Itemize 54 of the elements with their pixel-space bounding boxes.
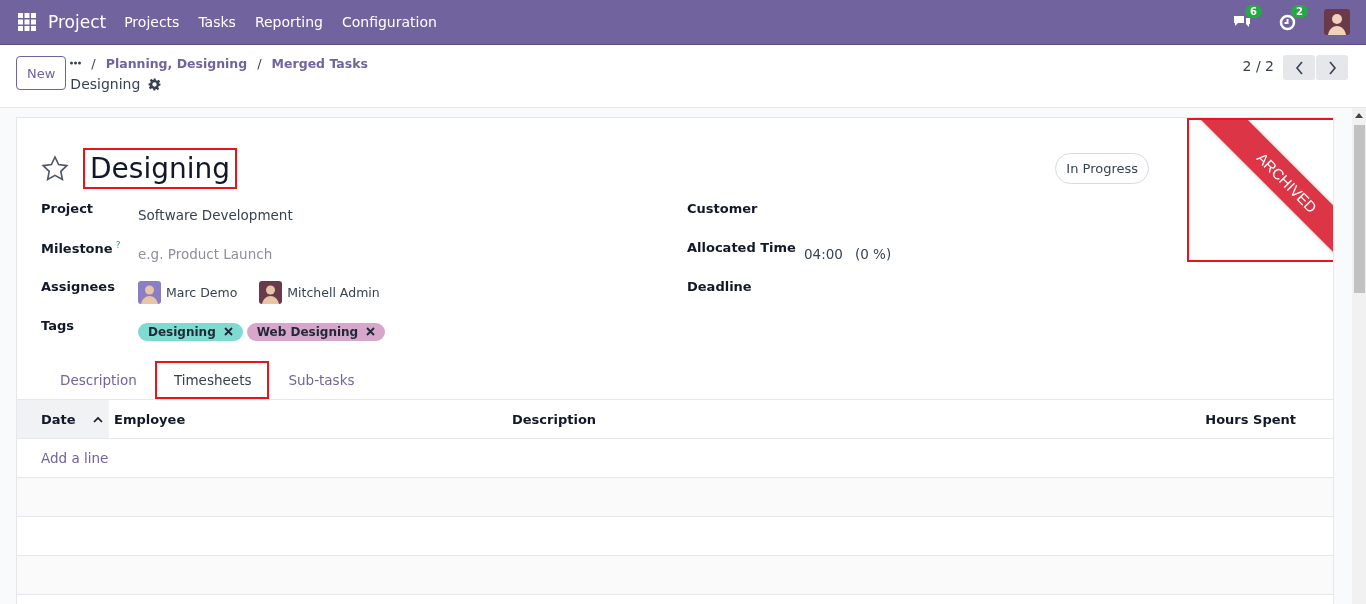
column-header[interactable]: Hours Spent <box>1205 400 1333 438</box>
notebook-tab[interactable]: Sub-tasks <box>269 361 373 399</box>
breadcrumb-separator: / <box>91 55 96 71</box>
user-avatar-icon[interactable] <box>1324 9 1350 35</box>
new-button[interactable]: New <box>16 56 67 90</box>
notebook-tab[interactable]: Timesheets <box>154 361 270 399</box>
tag-chip[interactable]: Designing <box>138 322 243 341</box>
tag-chip[interactable]: Web Designing <box>246 322 386 341</box>
sort-ascending-icon <box>93 415 103 423</box>
field-value[interactable]: Software Development <box>138 206 293 223</box>
star-icon[interactable] <box>41 155 69 182</box>
column-header[interactable]: Date <box>17 400 109 438</box>
app-name[interactable]: Project <box>48 12 107 32</box>
clock-icon[interactable] <box>1279 13 1296 31</box>
next-button[interactable] <box>1316 55 1348 80</box>
chevron-left-icon <box>1294 60 1304 75</box>
message-count-badge: 6 <box>1245 5 1262 18</box>
vertical-scrollbar[interactable] <box>1352 108 1366 604</box>
column-header[interactable]: Description <box>512 400 1206 438</box>
field-label: Milestone <box>41 241 113 257</box>
field-label: Assignees <box>41 279 115 294</box>
notebook-tab[interactable]: Description <box>41 361 155 399</box>
activity-count-badge: 2 <box>1291 4 1308 18</box>
previous-button[interactable] <box>1283 55 1315 80</box>
field-label: Allocated Time <box>687 240 796 255</box>
record-name: Designing <box>70 76 141 92</box>
app-grid-icon[interactable] <box>18 13 36 31</box>
menu-item[interactable]: Reporting <box>254 14 323 30</box>
chevron-right-icon <box>1327 60 1337 75</box>
field-label: Project <box>41 201 94 216</box>
field-label: Tags <box>41 318 74 333</box>
menu-item[interactable]: Projects <box>124 14 180 30</box>
pager-value: 2 / 2 <box>1242 58 1274 74</box>
breadcrumb-link[interactable]: Merged Tasks <box>271 55 368 71</box>
settings-icon[interactable] <box>148 77 162 91</box>
assignee-name[interactable]: Marc Demo <box>166 285 238 300</box>
breadcrumb-separator: / <box>257 55 262 71</box>
user-avatar-icon <box>259 281 283 304</box>
user-avatar-icon <box>138 281 161 304</box>
add-line-link[interactable]: Add a line <box>41 450 109 466</box>
field-label: Deadline <box>687 279 752 294</box>
field-label: Customer <box>687 201 758 216</box>
menu-item[interactable]: Tasks <box>198 14 236 30</box>
remove-icon[interactable] <box>366 327 376 336</box>
task-title[interactable]: Designing <box>83 148 237 189</box>
column-header[interactable]: Employee <box>109 400 512 438</box>
progress-percent: (0 %) <box>854 245 892 262</box>
scroll-up-arrow-icon[interactable] <box>1355 113 1363 118</box>
allocated-time-value[interactable]: 04:00 <box>804 245 843 262</box>
remove-icon[interactable] <box>223 327 233 336</box>
menu-item[interactable]: Configuration <box>341 14 437 30</box>
more-icon[interactable] <box>70 61 82 65</box>
breadcrumb-link[interactable]: Planning, Designing <box>105 55 248 71</box>
assignee-name[interactable]: Mitchell Admin <box>287 285 380 300</box>
